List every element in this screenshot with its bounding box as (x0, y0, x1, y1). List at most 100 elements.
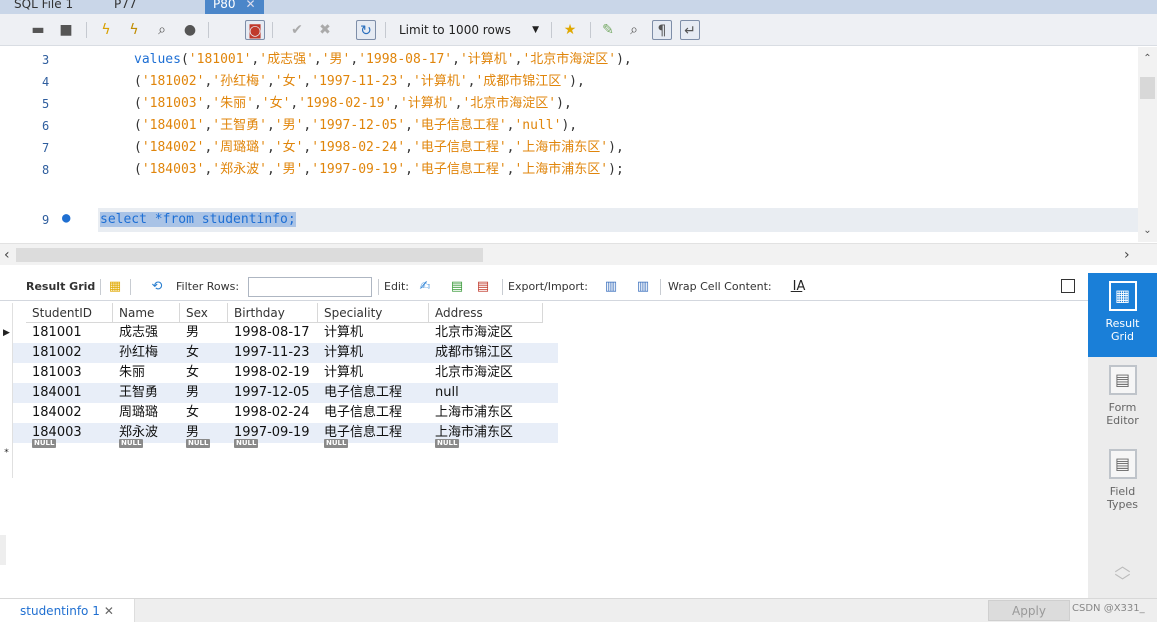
close-icon[interactable]: ✕ (246, 0, 256, 11)
save-icon[interactable]: ■ (56, 20, 76, 40)
table-cell[interactable]: 女 (180, 343, 228, 363)
table-cell[interactable]: 女 (180, 363, 228, 383)
result-tab-studentinfo[interactable]: studentinfo 1 ✕ (0, 599, 135, 622)
table-row[interactable]: 184001 王智勇男 1997-12-05 电子信息工程 null (13, 383, 558, 403)
chevron-left-icon[interactable]: ‹ (4, 247, 10, 263)
scrollbar-thumb[interactable] (16, 248, 483, 262)
table-cell[interactable]: 男 (180, 383, 228, 403)
table-row[interactable]: 181001 成志强男 1998-08-17 计算机 北京市海淀区 (13, 323, 558, 343)
table-cell[interactable]: 成都市锦江区 (429, 343, 543, 363)
null-badge[interactable]: NULL (234, 439, 259, 448)
table-cell[interactable]: 184001 (26, 383, 113, 403)
search-icon[interactable]: ⌕ (624, 20, 644, 40)
commit-icon[interactable]: ✔ (287, 20, 307, 40)
rollback-icon[interactable]: ✖ (315, 20, 335, 40)
column-header[interactable]: Address (429, 303, 543, 323)
column-header[interactable]: Birthday (228, 303, 318, 323)
grid-icon[interactable]: ▦ (106, 278, 124, 296)
code-line[interactable]: ('181002','孙红梅','女','1997-11-23','计算机','… (134, 71, 585, 93)
table-row[interactable]: 181003 朱丽女 1998-02-19 计算机 北京市海淀区 (13, 363, 558, 383)
editor-vertical-scrollbar[interactable]: ⌃ ⌄ (1138, 47, 1157, 242)
delete-row-icon[interactable]: ▤ (474, 278, 492, 296)
toggle-icon[interactable]: ◙ (245, 20, 265, 40)
column-header[interactable]: Sex (180, 303, 228, 323)
editor-horizontal-scrollbar[interactable]: ‹ › (0, 243, 1157, 265)
star-icon[interactable]: ★ (560, 20, 580, 40)
table-cell[interactable]: 1998-02-24 (228, 403, 318, 423)
table-row[interactable]: 184002 周璐璐女 1998-02-24 电子信息工程 上海市浦东区 (13, 403, 558, 423)
brush-icon[interactable]: ✎ (598, 20, 618, 40)
table-cell[interactable]: 电子信息工程 (318, 383, 429, 403)
panel-toggle-icon[interactable] (1061, 279, 1075, 293)
refresh-icon[interactable]: ⟲ (148, 278, 166, 296)
null-badge[interactable]: NULL (324, 439, 349, 448)
code-line[interactable]: ('184003','郑永波','男','1997-09-19','电子信息工程… (134, 159, 624, 181)
autocommit-icon[interactable]: ↻ (356, 20, 376, 40)
table-cell[interactable]: 181002 (26, 343, 113, 363)
table-cell[interactable]: 1997-12-05 (228, 383, 318, 403)
edit-row-icon[interactable]: ✍ (416, 278, 434, 296)
table-cell[interactable]: 计算机 (318, 323, 429, 343)
table-cell[interactable]: null (429, 383, 543, 403)
wrap-icon[interactable]: ↵ (680, 20, 700, 40)
table-cell[interactable]: 成志强 (113, 323, 180, 343)
column-header[interactable]: Speciality (318, 303, 429, 323)
paragraph-icon[interactable]: ¶ (652, 20, 672, 40)
table-cell[interactable]: 计算机 (318, 363, 429, 383)
table-cell[interactable]: 电子信息工程 (318, 403, 429, 423)
new-row[interactable]: * NULL NULL NULL NULL NULL NULL (4, 439, 558, 463)
table-cell[interactable]: 男 (180, 323, 228, 343)
result-grid-label[interactable]: Result Grid (26, 280, 95, 293)
null-badge[interactable]: NULL (186, 439, 211, 448)
table-cell[interactable]: 1997-11-23 (228, 343, 318, 363)
code-line[interactable]: ('181003','朱丽','女','1998-02-19','计算机','北… (134, 93, 572, 115)
table-cell[interactable]: 计算机 (318, 343, 429, 363)
null-badge[interactable]: NULL (119, 439, 144, 448)
table-cell[interactable]: 北京市海淀区 (429, 323, 543, 343)
import-icon[interactable]: ▥ (634, 278, 652, 296)
limit-rows-select[interactable]: Limit to 1000 rows ▼ (393, 21, 543, 40)
result-grid-button[interactable]: ▦ Result Grid (1088, 273, 1157, 357)
table-cell[interactable]: 朱丽 (113, 363, 180, 383)
lightning-icon[interactable]: ϟ (96, 20, 116, 40)
code-line[interactable]: ('184001','王智勇','男','1997-12-05','电子信息工程… (134, 115, 577, 137)
form-editor-button[interactable]: ▤ Form Editor (1088, 357, 1157, 441)
chevron-down-icon[interactable]: ⌄ (1138, 225, 1157, 236)
code-line[interactable]: values('181001','成志强','男','1998-08-17','… (134, 49, 632, 71)
scrollbar-thumb[interactable] (1140, 77, 1155, 99)
table-cell[interactable]: 1998-08-17 (228, 323, 318, 343)
table-cell[interactable]: 孙红梅 (113, 343, 180, 363)
null-badge[interactable]: NULL (435, 439, 460, 448)
table-cell[interactable]: 181001 (26, 323, 113, 343)
lightning-cursor-icon[interactable]: ϟ (124, 20, 144, 40)
tab-p80[interactable]: P80 ✕ (205, 0, 264, 14)
code-line[interactable]: select *from studentinfo; (100, 209, 296, 231)
close-icon[interactable]: ✕ (104, 604, 114, 618)
field-types-button[interactable]: ▤ Field Types (1088, 441, 1157, 525)
folder-open-icon[interactable]: ▬ (28, 20, 48, 40)
chevron-up-icon[interactable]: ⌃ (1138, 53, 1157, 64)
sql-editor[interactable]: 3 values('181001','成志强','男','1998-08-17',… (0, 47, 1157, 242)
code-line[interactable]: ('184002','周璐璐','女','1998-02-24','电子信息工程… (134, 137, 624, 159)
tab-p77[interactable]: P77 (106, 0, 145, 14)
table-cell[interactable]: 1998-02-19 (228, 363, 318, 383)
null-badge[interactable]: NULL (32, 439, 57, 448)
table-cell[interactable]: 184002 (26, 403, 113, 423)
chevron-right-icon[interactable]: › (1124, 247, 1130, 263)
column-header[interactable]: Name (113, 303, 180, 323)
add-row-icon[interactable]: ▤ (448, 278, 466, 296)
table-cell[interactable]: 女 (180, 403, 228, 423)
chevron-down-icon[interactable]: ﹀ (1088, 574, 1157, 590)
table-cell[interactable]: 181003 (26, 363, 113, 383)
filter-rows-input[interactable] (248, 277, 372, 297)
apply-button[interactable]: Apply (988, 600, 1070, 621)
table-cell[interactable]: 周璐璐 (113, 403, 180, 423)
table-cell[interactable]: 上海市浦东区 (429, 403, 543, 423)
tab-sql-file-1[interactable]: SQL File 1 (6, 0, 81, 14)
stop-icon[interactable]: ● (180, 20, 200, 40)
export-icon[interactable]: ▥ (602, 278, 620, 296)
column-header[interactable]: StudentID (26, 303, 113, 323)
wrap-cell-icon[interactable]: I͟A (790, 278, 808, 296)
table-row[interactable]: 184003 郑永波男 1997-09-19 电子信息工程 上海市浦东区 (13, 423, 558, 443)
magnify-icon[interactable]: ⌕ (152, 20, 172, 40)
